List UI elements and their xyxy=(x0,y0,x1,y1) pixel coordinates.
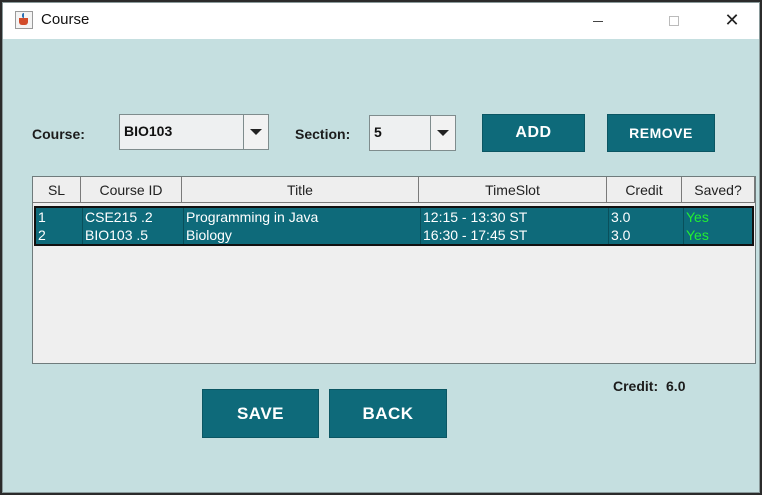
window-title: Course xyxy=(41,11,90,28)
credit-total: Credit: 6.0 xyxy=(613,378,685,394)
table-header: SL Course ID Title TimeSlot Credit Saved… xyxy=(33,177,755,203)
column-header-course-id[interactable]: Course ID xyxy=(81,177,182,203)
cell-title: Programming in Java xyxy=(184,208,421,226)
maximize-button[interactable] xyxy=(651,3,697,39)
cell-title: Biology xyxy=(184,226,421,244)
cell-sl: 2 xyxy=(36,226,83,244)
column-header-sl[interactable]: SL xyxy=(33,177,81,203)
column-header-saved[interactable]: Saved? xyxy=(682,177,755,203)
save-button[interactable]: SAVE xyxy=(202,389,319,438)
close-icon: ✕ xyxy=(724,10,740,31)
table-row[interactable]: 2 BIO103 .5 Biology 16:30 - 17:45 ST 3.0… xyxy=(34,226,754,246)
cell-saved: Yes xyxy=(686,227,709,243)
cell-course-id: CSE215 .2 xyxy=(83,208,184,226)
table-row[interactable]: 1 CSE215 .2 Programming in Java 12:15 - … xyxy=(34,206,754,226)
section-label: Section: xyxy=(295,126,351,142)
course-table[interactable]: SL Course ID Title TimeSlot Credit Saved… xyxy=(32,176,756,364)
title-bar: Course ✕ xyxy=(3,3,759,39)
section-select[interactable]: 5 xyxy=(369,115,456,151)
cell-sl: 1 xyxy=(36,208,83,226)
chevron-down-icon xyxy=(250,129,262,135)
cell-credit: 3.0 xyxy=(609,208,684,226)
cell-saved: Yes xyxy=(686,209,709,225)
minimize-button[interactable] xyxy=(575,3,621,39)
close-button[interactable]: ✕ xyxy=(709,3,755,39)
credit-total-value: 6.0 xyxy=(666,378,686,394)
column-header-credit[interactable]: Credit xyxy=(607,177,682,203)
remove-button[interactable]: REMOVE xyxy=(607,114,715,152)
cell-credit: 3.0 xyxy=(609,226,684,244)
java-app-icon xyxy=(15,11,33,29)
course-select-value: BIO103 xyxy=(124,123,173,139)
chevron-down-icon xyxy=(437,130,449,136)
course-window: Course ✕ Course: BIO103 Section: 5 ADD R… xyxy=(2,2,760,493)
section-select-value: 5 xyxy=(374,124,382,140)
minimize-icon xyxy=(593,20,603,22)
cell-timeslot: 12:15 - 13:30 ST xyxy=(421,208,609,226)
course-dropdown-arrow[interactable] xyxy=(243,115,268,149)
course-label: Course: xyxy=(32,126,85,142)
cell-timeslot: 16:30 - 17:45 ST xyxy=(421,226,609,244)
course-select[interactable]: BIO103 xyxy=(119,114,269,150)
back-button[interactable]: BACK xyxy=(329,389,447,438)
section-dropdown-arrow[interactable] xyxy=(430,116,455,150)
cell-course-id: BIO103 .5 xyxy=(83,226,184,244)
maximize-icon xyxy=(669,16,679,26)
column-header-timeslot[interactable]: TimeSlot xyxy=(419,177,607,203)
credit-total-label: Credit: xyxy=(613,378,659,394)
column-header-title[interactable]: Title xyxy=(182,177,419,203)
add-button[interactable]: ADD xyxy=(482,114,585,152)
